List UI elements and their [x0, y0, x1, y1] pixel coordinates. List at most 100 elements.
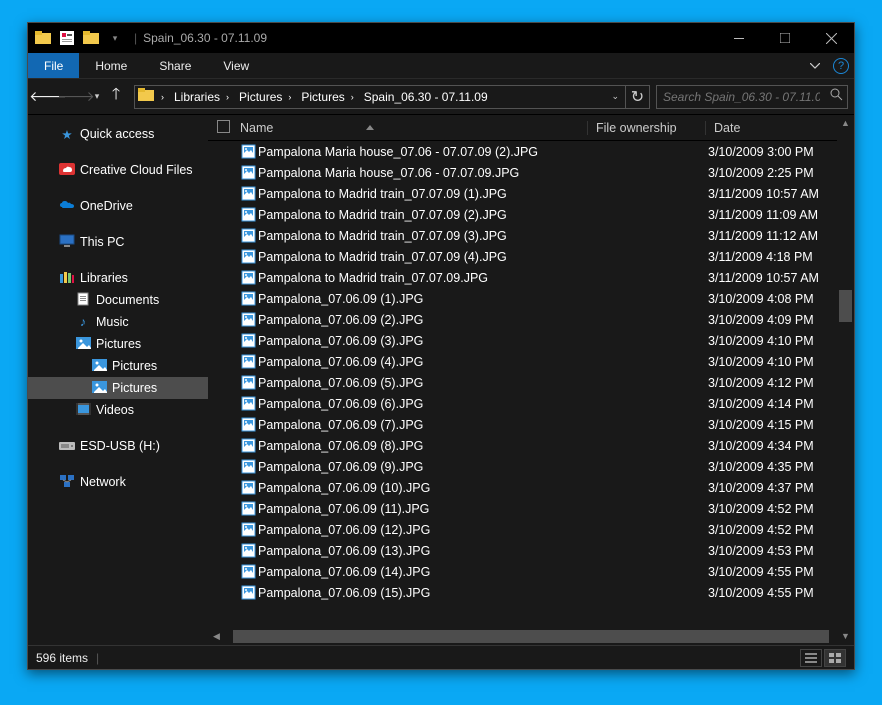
search-box[interactable] [656, 85, 848, 109]
file-row[interactable]: Pampalona_07.06.09 (4).JPG3/10/2009 4:10… [208, 351, 854, 372]
file-row[interactable]: Pampalona_07.06.09 (8).JPG3/10/2009 4:34… [208, 435, 854, 456]
sidebar-item-quick-access[interactable]: ★ Quick access [28, 123, 208, 145]
scroll-thumb[interactable] [839, 290, 852, 322]
sidebar-item-music[interactable]: ♪ Music [28, 311, 208, 333]
sidebar-label: OneDrive [80, 199, 133, 213]
sidebar-item-network[interactable]: Network [28, 471, 208, 493]
chevron-right-icon[interactable]: › [284, 92, 295, 102]
breadcrumb-segment[interactable]: Libraries [168, 90, 222, 104]
qat-dropdown-icon[interactable]: ▾ [104, 27, 126, 49]
file-date: 3/10/2009 4:37 PM [706, 481, 854, 495]
maximize-button[interactable] [762, 23, 808, 53]
nav-up-button[interactable]: 🡑 [104, 83, 128, 111]
folder-icon[interactable] [32, 27, 54, 49]
scroll-track[interactable] [225, 628, 837, 645]
file-row[interactable]: Pampalona_07.06.09 (12).JPG3/10/2009 4:5… [208, 519, 854, 540]
scroll-up-button[interactable]: ▲ [837, 115, 854, 132]
nav-recent-dropdown[interactable]: ▾ [90, 83, 104, 111]
file-row[interactable]: Pampalona to Madrid train_07.07.09 (2).J… [208, 204, 854, 225]
image-file-icon [238, 396, 258, 411]
chevron-right-icon[interactable]: › [222, 92, 233, 102]
file-row[interactable]: Pampalona to Madrid train_07.07.09 (4).J… [208, 246, 854, 267]
file-row[interactable]: Pampalona_07.06.09 (9).JPG3/10/2009 4:35… [208, 456, 854, 477]
quick-access-toolbar: ▾ [28, 27, 128, 49]
sidebar-item-pictures[interactable]: Pictures [28, 333, 208, 355]
file-row[interactable]: Pampalona to Madrid train_07.07.09 (1).J… [208, 183, 854, 204]
ribbon-expand-icon[interactable] [802, 53, 828, 78]
file-row[interactable]: Pampalona Maria house_07.06 - 07.07.09.J… [208, 162, 854, 183]
image-file-icon [238, 564, 258, 579]
tab-share[interactable]: Share [143, 53, 207, 78]
file-row[interactable]: Pampalona_07.06.09 (14).JPG3/10/2009 4:5… [208, 561, 854, 582]
column-header-owner[interactable]: File ownership [588, 121, 706, 135]
minimize-button[interactable] [716, 23, 762, 53]
sidebar-item-onedrive[interactable]: OneDrive [28, 195, 208, 217]
sidebar-item-videos[interactable]: Videos [28, 399, 208, 421]
file-date: 3/10/2009 3:00 PM [706, 145, 854, 159]
vertical-scrollbar[interactable]: ▲ ▼ [837, 115, 854, 645]
pc-icon [58, 234, 76, 250]
sidebar-label: Pictures [112, 359, 157, 373]
file-row[interactable]: Pampalona_07.06.09 (3).JPG3/10/2009 4:10… [208, 330, 854, 351]
close-button[interactable] [808, 23, 854, 53]
file-date: 3/10/2009 4:55 PM [706, 565, 854, 579]
tab-view[interactable]: View [207, 53, 265, 78]
file-row[interactable]: Pampalona_07.06.09 (5).JPG3/10/2009 4:12… [208, 372, 854, 393]
file-row[interactable]: Pampalona_07.06.09 (13).JPG3/10/2009 4:5… [208, 540, 854, 561]
details-view-button[interactable] [800, 649, 822, 667]
select-all-checkbox[interactable] [208, 120, 238, 136]
file-row[interactable]: Pampalona Maria house_07.06 - 07.07.09 (… [208, 141, 854, 162]
file-name: Pampalona Maria house_07.06 - 07.07.09 (… [258, 145, 588, 159]
sidebar-item-pictures-selected[interactable]: Pictures [28, 377, 208, 399]
nav-forward-button[interactable]: 🡒 [62, 83, 90, 111]
file-row[interactable]: Pampalona to Madrid train_07.07.09.JPG3/… [208, 267, 854, 288]
file-name: Pampalona to Madrid train_07.07.09 (4).J… [258, 250, 588, 264]
chevron-right-icon[interactable]: › [157, 92, 168, 102]
horizontal-scrollbar[interactable]: ◀ ▶ [208, 628, 854, 645]
sidebar-item-documents[interactable]: Documents [28, 289, 208, 311]
breadcrumb-segment[interactable]: Spain_06.30 - 07.11.09 [358, 90, 490, 104]
address-bar[interactable]: › Libraries › Pictures › Pictures › Spai… [134, 85, 650, 109]
breadcrumb-segment[interactable]: Pictures [233, 90, 284, 104]
file-row[interactable]: Pampalona_07.06.09 (1).JPG3/10/2009 4:08… [208, 288, 854, 309]
help-button[interactable]: ? [828, 53, 854, 78]
image-file-icon [238, 291, 258, 306]
tab-home[interactable]: Home [79, 53, 143, 78]
props-icon[interactable] [56, 27, 78, 49]
sidebar-item-this-pc[interactable]: This PC [28, 231, 208, 253]
large-icons-view-button[interactable] [824, 649, 846, 667]
file-row[interactable]: Pampalona_07.06.09 (2).JPG3/10/2009 4:09… [208, 309, 854, 330]
sidebar-item-pictures-inner[interactable]: Pictures [28, 355, 208, 377]
scroll-down-button[interactable]: ▼ [837, 628, 854, 645]
file-name: Pampalona_07.06.09 (6).JPG [258, 397, 588, 411]
image-file-icon [238, 501, 258, 516]
file-name: Pampalona_07.06.09 (7).JPG [258, 418, 588, 432]
file-date: 3/10/2009 4:53 PM [706, 544, 854, 558]
folder-icon-2[interactable] [80, 27, 102, 49]
breadcrumb-segment[interactable]: Pictures [295, 90, 346, 104]
file-row[interactable]: Pampalona_07.06.09 (6).JPG3/10/2009 4:14… [208, 393, 854, 414]
sidebar-item-esd-usb[interactable]: ESD-USB (H:) [28, 435, 208, 457]
file-row[interactable]: Pampalona_07.06.09 (15).JPG3/10/2009 4:5… [208, 582, 854, 603]
chevron-right-icon[interactable]: › [347, 92, 358, 102]
sidebar-item-libraries[interactable]: Libraries [28, 267, 208, 289]
file-date: 3/10/2009 4:52 PM [706, 523, 854, 537]
file-row[interactable]: Pampalona_07.06.09 (10).JPG3/10/2009 4:3… [208, 477, 854, 498]
file-row[interactable]: Pampalona to Madrid train_07.07.09 (3).J… [208, 225, 854, 246]
sidebar-label: Creative Cloud Files [80, 163, 193, 177]
search-icon[interactable] [826, 88, 847, 106]
tab-file[interactable]: File [28, 53, 79, 78]
file-date: 3/10/2009 4:08 PM [706, 292, 854, 306]
address-dropdown-icon[interactable]: ⌄ [605, 91, 625, 102]
file-row[interactable]: Pampalona_07.06.09 (11).JPG3/10/2009 4:5… [208, 498, 854, 519]
scroll-thumb[interactable] [233, 630, 829, 643]
sidebar-item-creative-cloud[interactable]: Creative Cloud Files [28, 159, 208, 181]
file-row[interactable]: Pampalona_07.06.09 (7).JPG3/10/2009 4:15… [208, 414, 854, 435]
column-header-name[interactable]: Name [238, 121, 588, 135]
search-input[interactable] [657, 90, 826, 104]
file-name: Pampalona_07.06.09 (11).JPG [258, 502, 588, 516]
refresh-button[interactable]: ↻ [625, 86, 649, 108]
column-header-date[interactable]: Date [706, 121, 854, 135]
scroll-left-button[interactable]: ◀ [208, 628, 225, 645]
scroll-track[interactable] [837, 132, 854, 628]
